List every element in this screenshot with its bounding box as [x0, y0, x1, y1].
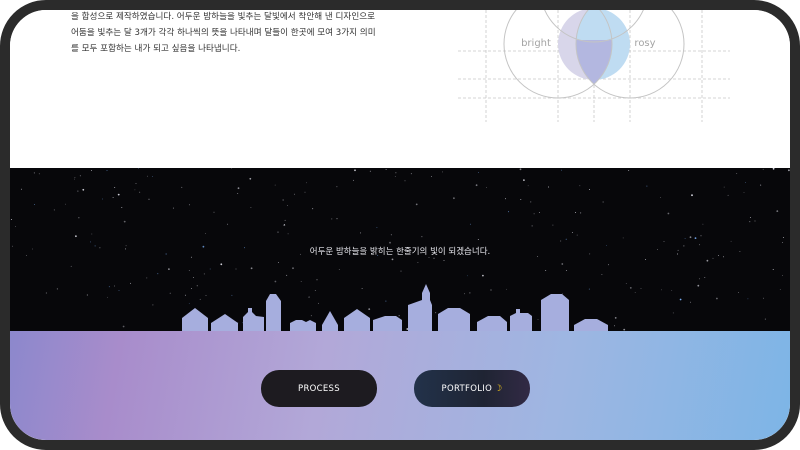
- description-line: 어둠을 빛추는 달 3개가 각각 하나씩의 뜻을 나타내며 달들이 한곳에 모여…: [71, 28, 376, 38]
- portfolio-button-label: PORTFOLIO: [441, 383, 493, 394]
- portfolio-button[interactable]: PORTFOLIO ☽: [414, 370, 530, 407]
- description-line: 를 모두 포함하는 내가 되고 싶음을 나타냅니다.: [71, 44, 241, 54]
- venn-label-bright: bright: [521, 38, 551, 49]
- city-skyline: [182, 284, 608, 331]
- moon-venn-diagram: bright rosy: [458, 10, 730, 122]
- screen: 을 합성으로 제작하였습니다. 어두운 밤하늘을 빛추는 달빛에서 착안해 낸 …: [10, 10, 790, 440]
- process-button[interactable]: PROCESS: [261, 370, 377, 407]
- navigation-section: PROCESS PORTFOLIO ☽: [10, 331, 790, 440]
- process-button-label: PROCESS: [298, 383, 340, 394]
- concept-description: 을 합성으로 제작하였습니다. 어두운 밤하늘을 빛추는 달빛에서 착안해 낸 …: [71, 10, 411, 57]
- description-line: 을 합성으로 제작하였습니다. 어두운 밤하늘을 빛추는 달빛에서 착안해 낸 …: [71, 12, 376, 22]
- venn-label-rosy: rosy: [634, 38, 655, 49]
- crescent-moon-icon: ☽: [494, 383, 503, 394]
- device-frame: 을 합성으로 제작하였습니다. 어두운 밤하늘을 빛추는 달빛에서 착안해 낸 …: [0, 0, 800, 450]
- night-sky-section: 어두운 밤하늘을 밝히는 한줄기의 빛이 되겠습니다.: [10, 168, 790, 331]
- design-concept-section: 을 합성으로 제작하였습니다. 어두운 밤하늘을 빛추는 달빛에서 착안해 낸 …: [10, 10, 790, 168]
